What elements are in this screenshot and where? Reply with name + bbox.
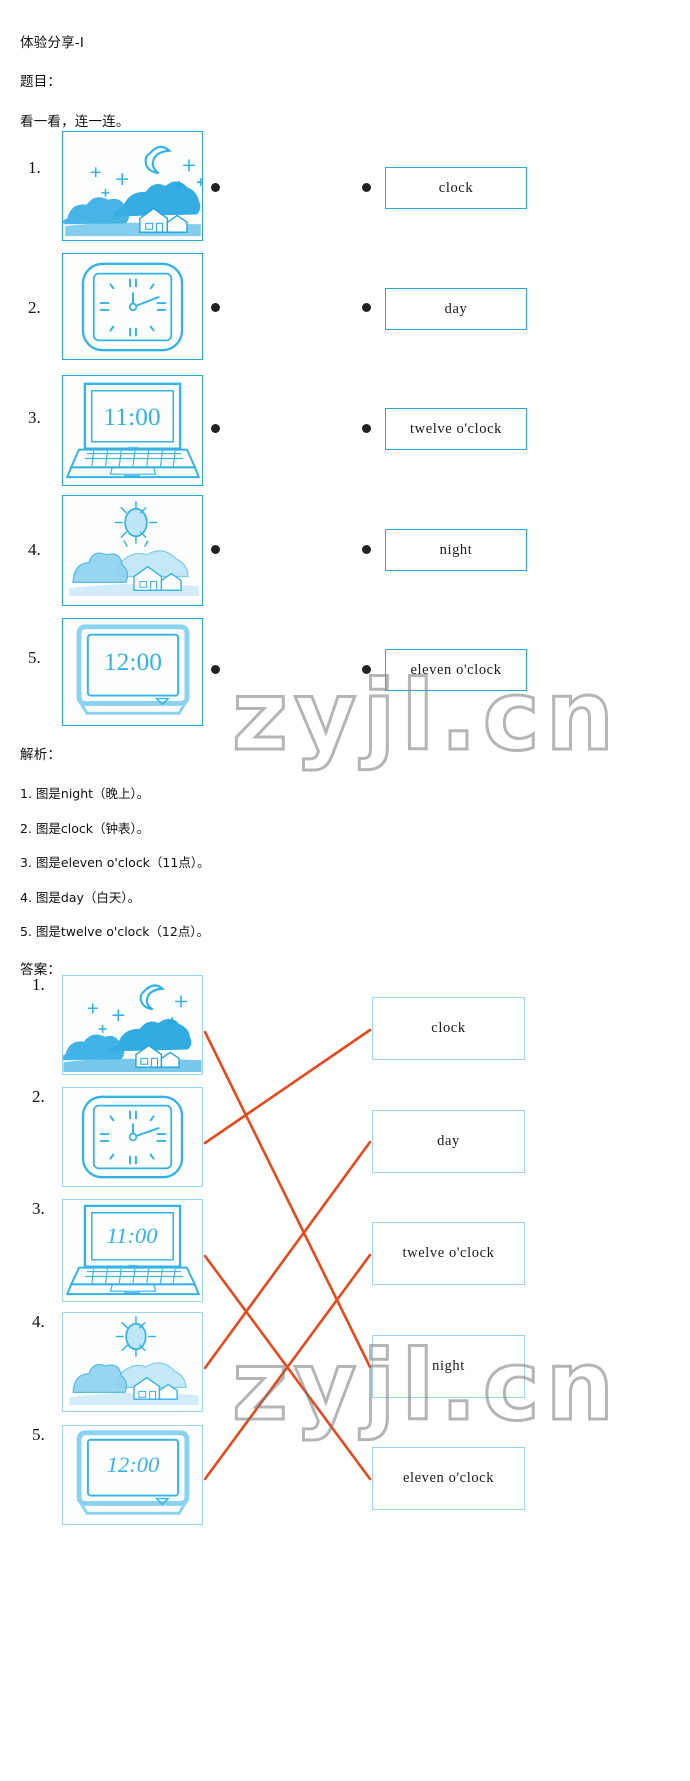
word-box-twelve-oclock[interactable]: twelve o'clock <box>385 408 527 450</box>
item-number-2: 2. <box>28 298 41 317</box>
worksheet-page: 体验分享-I 题目： 看一看，连一连。 1. 2. 3. 4. 5. 11:00… <box>0 0 690 1781</box>
analysis-line-3: 3. 图是eleven o'clock（11点）。 <box>20 855 210 870</box>
answer-number-4: 4. <box>32 1312 45 1331</box>
wall-clock-art <box>81 262 184 352</box>
word-box-eleven-oclock[interactable]: eleven o'clock <box>385 649 527 691</box>
item-number-3: 3. <box>28 408 41 427</box>
connector-dot-left-3[interactable] <box>211 424 220 433</box>
match-line-5-twelve-oclock <box>203 1253 372 1481</box>
picture-night-scene[interactable] <box>62 131 203 241</box>
answer-picture-day <box>62 1312 203 1412</box>
monitor-art-answer: 12:00 <box>76 1430 190 1515</box>
night-scene-art-answer <box>63 984 202 1073</box>
answer-word-box-night: night <box>372 1335 525 1398</box>
laptop-art-answer: 11:00 <box>65 1204 201 1296</box>
analysis-label: 解析： <box>20 747 62 763</box>
match-line-1-night <box>203 1030 372 1369</box>
laptop-art: 11:00 <box>65 382 201 479</box>
page-title: 体验分享-I <box>20 35 85 51</box>
prompt-label: 题目： <box>20 74 62 90</box>
answer-word-box-twelve-oclock: twelve o'clock <box>372 1222 525 1285</box>
word-box-night[interactable]: night <box>385 529 527 571</box>
connector-dot-left-2[interactable] <box>211 303 220 312</box>
connector-dot-right-3[interactable] <box>362 424 371 433</box>
analysis-line-4: 4. 图是day（白天）。 <box>20 890 141 905</box>
laptop-screen-text: 11:00 <box>103 402 160 431</box>
connector-dot-right-4[interactable] <box>362 545 371 554</box>
word-box-day[interactable]: day <box>385 288 527 330</box>
connector-dot-right-2[interactable] <box>362 303 371 312</box>
item-number-5: 5. <box>28 648 41 667</box>
connector-dot-left-4[interactable] <box>211 545 220 554</box>
item-number-1: 1. <box>28 158 41 177</box>
connector-dot-left-5[interactable] <box>211 665 220 674</box>
answer-word-box-day: day <box>372 1110 525 1173</box>
day-scene-art <box>69 501 199 597</box>
item-number-4: 4. <box>28 540 41 559</box>
answer-number-1: 1. <box>32 975 45 994</box>
monitor-screen-text: 12:00 <box>104 647 162 676</box>
answer-word-box-clock: clock <box>372 997 525 1060</box>
wall-clock-art-answer <box>81 1095 184 1179</box>
match-line-2-clock <box>203 1028 372 1145</box>
connector-dot-right-1[interactable] <box>362 183 371 192</box>
answer-number-3: 3. <box>32 1199 45 1218</box>
answer-picture-night <box>62 975 203 1075</box>
word-box-clock[interactable]: clock <box>385 167 527 209</box>
analysis-line-2: 2. 图是clock（钟表）。 <box>20 821 150 836</box>
monitor-art: 12:00 <box>76 624 190 715</box>
answer-number-5: 5. <box>32 1425 45 1444</box>
answer-picture-clock <box>62 1087 203 1187</box>
night-scene-art <box>63 145 202 237</box>
instruction-text: 看一看，连一连。 <box>20 114 130 130</box>
analysis-line-5: 5. 图是twelve o'clock（12点）。 <box>20 924 210 939</box>
answer-monitor-screen-text: 12:00 <box>107 1452 160 1477</box>
answer-picture-monitor: 12:00 <box>62 1425 203 1525</box>
connector-dot-right-5[interactable] <box>362 665 371 674</box>
connector-dot-left-1[interactable] <box>211 183 220 192</box>
analysis-line-1: 1. 图是night（晚上）。 <box>20 786 150 801</box>
picture-laptop-1100[interactable]: 11:00 <box>62 375 203 486</box>
match-line-4-day <box>203 1140 372 1370</box>
picture-wall-clock[interactable] <box>62 253 203 360</box>
answer-picture-laptop: 11:00 <box>62 1199 203 1302</box>
answer-laptop-screen-text: 11:00 <box>107 1223 158 1248</box>
match-line-3-eleven-oclock <box>203 1254 372 1481</box>
answer-number-2: 2. <box>32 1087 45 1106</box>
picture-day-scene[interactable] <box>62 495 203 606</box>
picture-monitor-1200[interactable]: 12:00 <box>62 618 203 726</box>
day-scene-art-answer <box>69 1316 199 1406</box>
answer-word-box-eleven-oclock: eleven o'clock <box>372 1447 525 1510</box>
